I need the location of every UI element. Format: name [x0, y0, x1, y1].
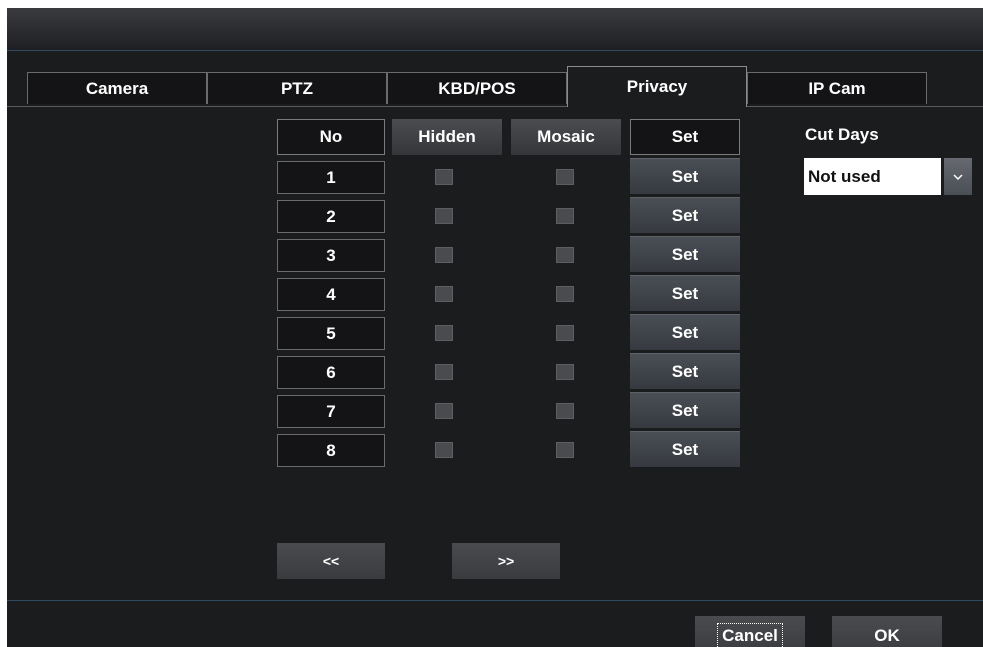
set-button-3[interactable]: Set [630, 236, 740, 272]
hidden-checkbox-4[interactable] [435, 286, 453, 302]
set-button-1[interactable]: Set [630, 158, 740, 194]
set-button-2[interactable]: Set [630, 197, 740, 233]
set-button-4[interactable]: Set [630, 275, 740, 311]
column-header-no: No [277, 119, 385, 155]
previous-page-button[interactable]: << [277, 543, 385, 579]
title-bar [7, 8, 983, 51]
row-number-5: 5 [277, 317, 385, 350]
ok-button[interactable]: OK [832, 616, 942, 647]
cut-days-value[interactable]: Not used [804, 158, 941, 195]
mosaic-checkbox-4[interactable] [556, 286, 574, 302]
row-number-3: 3 [277, 239, 385, 272]
row-number-8: 8 [277, 434, 385, 467]
tab-camera[interactable]: Camera [27, 72, 207, 104]
mosaic-checkbox-7[interactable] [556, 403, 574, 419]
row-number-2: 2 [277, 200, 385, 233]
hidden-checkbox-6[interactable] [435, 364, 453, 380]
next-page-button[interactable]: >> [452, 543, 560, 579]
tab-kbd-pos[interactable]: KBD/POS [387, 72, 567, 104]
cut-days-dropdown[interactable]: Not used [804, 158, 972, 195]
privacy-settings-dialog: Camera PTZ KBD/POS Privacy IP Cam No Hid… [7, 8, 983, 647]
cut-days-label: Cut Days [805, 125, 879, 144]
chevron-down-icon[interactable] [944, 158, 972, 195]
column-header-mosaic: Mosaic [511, 119, 621, 155]
cancel-button-label: Cancel [717, 622, 783, 647]
hidden-checkbox-3[interactable] [435, 247, 453, 263]
row-number-6: 6 [277, 356, 385, 389]
mosaic-checkbox-5[interactable] [556, 325, 574, 341]
row-number-1: 1 [277, 161, 385, 194]
set-button-7[interactable]: Set [630, 392, 740, 428]
mosaic-checkbox-6[interactable] [556, 364, 574, 380]
tab-ptz[interactable]: PTZ [207, 72, 387, 104]
chevron-down-glyph [953, 173, 963, 180]
cancel-button[interactable]: Cancel [695, 616, 805, 647]
mosaic-checkbox-3[interactable] [556, 247, 574, 263]
set-button-5[interactable]: Set [630, 314, 740, 350]
hidden-checkbox-8[interactable] [435, 442, 453, 458]
tab-ip-cam[interactable]: IP Cam [747, 72, 927, 104]
set-button-8[interactable]: Set [630, 431, 740, 467]
hidden-checkbox-1[interactable] [435, 169, 453, 185]
hidden-checkbox-5[interactable] [435, 325, 453, 341]
tab-bar: Camera PTZ KBD/POS Privacy IP Cam [7, 66, 983, 107]
column-header-set: Set [630, 119, 740, 155]
row-number-7: 7 [277, 395, 385, 428]
hidden-checkbox-2[interactable] [435, 208, 453, 224]
mosaic-checkbox-8[interactable] [556, 442, 574, 458]
column-header-hidden: Hidden [392, 119, 502, 155]
mosaic-checkbox-2[interactable] [556, 208, 574, 224]
mosaic-checkbox-1[interactable] [556, 169, 574, 185]
tab-privacy[interactable]: Privacy [567, 66, 747, 107]
set-button-6[interactable]: Set [630, 353, 740, 389]
hidden-checkbox-7[interactable] [435, 403, 453, 419]
row-number-4: 4 [277, 278, 385, 311]
